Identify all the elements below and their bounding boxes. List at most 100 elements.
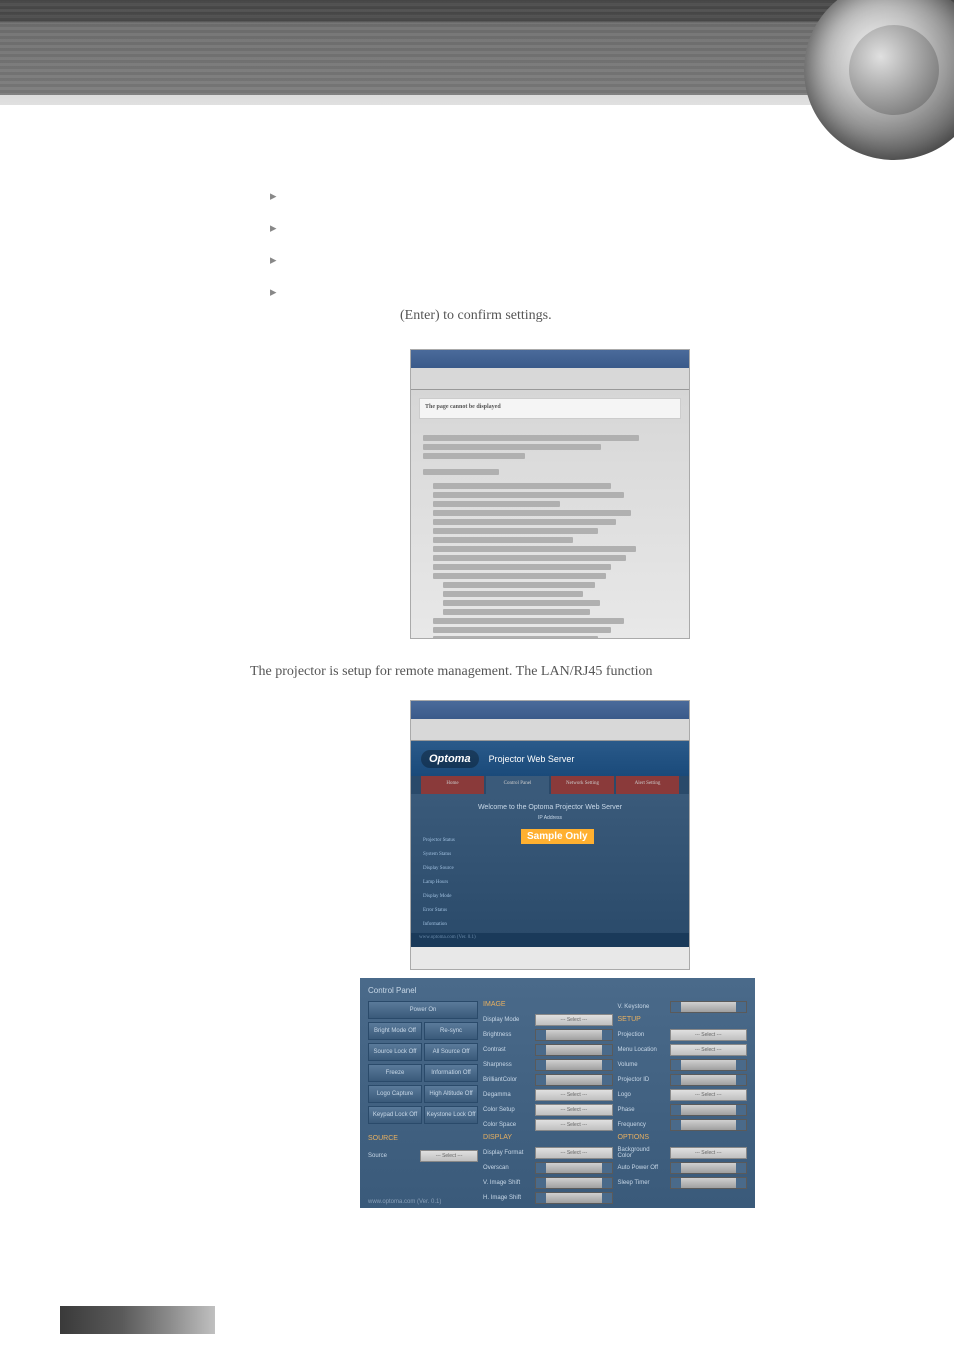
keystone-lock-button[interactable]: Keystone Lock Off — [424, 1106, 478, 1124]
brightness-slider[interactable] — [535, 1029, 612, 1041]
overscan-slider[interactable] — [535, 1162, 612, 1174]
tab-alert[interactable]: Alert Setting — [616, 776, 679, 794]
info-list: Projector Status System Status Display S… — [423, 834, 455, 932]
v-shift-slider[interactable] — [535, 1177, 612, 1189]
row-label: V. Image Shift — [483, 1180, 531, 1186]
frequency-slider[interactable] — [670, 1119, 747, 1131]
cp-left-column: Power On Bright Mode Off Re-sync Source … — [368, 1001, 478, 1186]
bg-color-select[interactable]: --- Select --- — [670, 1147, 747, 1159]
window-titlebar — [411, 701, 689, 719]
error-notice: The page cannot be displayed — [419, 398, 681, 419]
menu-location-select[interactable]: --- Select --- — [670, 1044, 747, 1056]
row-label: Display Mode — [483, 1017, 531, 1023]
volume-slider[interactable] — [670, 1059, 747, 1071]
h-shift-slider[interactable] — [535, 1192, 612, 1204]
info-row: Error Status — [423, 904, 455, 918]
web-header: Optoma Projector Web Server — [411, 741, 689, 776]
brilliantcolor-slider[interactable] — [535, 1074, 612, 1086]
info-button[interactable]: Information Off — [424, 1064, 478, 1082]
projector-id-slider[interactable] — [670, 1074, 747, 1086]
ip-text: IP Address — [421, 815, 679, 821]
sharpness-slider[interactable] — [535, 1059, 612, 1071]
header-title: Projector Web Server — [489, 754, 575, 764]
error-title: The page cannot be displayed — [425, 404, 675, 410]
cp-title: Control Panel — [368, 986, 747, 995]
browser-error-screenshot: The page cannot be displayed — [410, 349, 690, 639]
info-row: Information — [423, 918, 455, 932]
row-label: Volume — [618, 1062, 666, 1068]
keystone-slider[interactable] — [670, 1001, 747, 1013]
nav-tabs: Home Control Panel Network Setting Alert… — [411, 776, 689, 794]
confirm-text: (Enter) to confirm settings. — [400, 308, 914, 324]
info-row: Display Source — [423, 862, 455, 876]
page-footer-bar — [60, 1306, 215, 1334]
info-row: Projector Status — [423, 834, 455, 848]
auto-power-slider[interactable] — [670, 1162, 747, 1174]
bullet-list — [265, 180, 914, 308]
cp-middle-column: IMAGE Display Mode --- Select --- Bright… — [483, 1001, 612, 1186]
sample-badge: Sample Only — [521, 829, 594, 844]
source-label: Source — [368, 1153, 416, 1159]
row-label: Auto Power Off — [618, 1165, 666, 1171]
browser-toolbar — [411, 368, 689, 390]
tab-control[interactable]: Control Panel — [486, 776, 549, 794]
logo-capture-button[interactable]: Logo Capture — [368, 1085, 422, 1103]
display-section-header: DISPLAY — [483, 1134, 612, 1141]
row-label: Contrast — [483, 1047, 531, 1053]
color-space-select[interactable]: --- Select --- — [535, 1119, 612, 1131]
resync-button[interactable]: Re-sync — [424, 1022, 478, 1040]
options-section-header: OPTIONS — [618, 1134, 747, 1141]
projection-select[interactable]: --- Select --- — [670, 1029, 747, 1041]
source-select[interactable]: --- Select --- — [420, 1150, 478, 1162]
power-on-button[interactable]: Power On — [368, 1001, 478, 1019]
source-section-label: SOURCE — [368, 1135, 478, 1142]
image-section-header: IMAGE — [483, 1001, 612, 1008]
display-format-select[interactable]: --- Select --- — [535, 1147, 612, 1159]
high-altitude-button[interactable]: High Altitude Off — [424, 1085, 478, 1103]
color-setup-select[interactable]: --- Select --- — [535, 1104, 612, 1116]
keypad-lock-button[interactable]: Keypad Lock Off — [368, 1106, 422, 1124]
contrast-slider[interactable] — [535, 1044, 612, 1056]
optoma-logo: Optoma — [421, 750, 479, 768]
row-label: Logo — [618, 1092, 666, 1098]
freeze-button[interactable]: Freeze — [368, 1064, 422, 1082]
row-label: Brightness — [483, 1032, 531, 1038]
source-lock-button[interactable]: Source Lock Off — [368, 1043, 422, 1061]
welcome-text: Welcome to the Optoma Projector Web Serv… — [421, 804, 679, 811]
tab-network[interactable]: Network Setting — [551, 776, 614, 794]
bullet-item — [265, 276, 914, 308]
row-label: Background Color — [618, 1147, 666, 1159]
info-row: System Status — [423, 848, 455, 862]
row-label: Display Format — [483, 1150, 531, 1156]
phase-slider[interactable] — [670, 1104, 747, 1116]
cp-footer: www.optoma.com (Ver. 0.1) — [368, 1199, 441, 1205]
control-panel-screenshot: Control Panel Power On Bright Mode Off R… — [360, 978, 755, 1208]
row-label: Color Space — [483, 1122, 531, 1128]
row-label: Frequency — [618, 1122, 666, 1128]
degamma-select[interactable]: --- Select --- — [535, 1089, 612, 1101]
row-label: H. Image Shift — [483, 1195, 531, 1201]
tab-home[interactable]: Home — [421, 776, 484, 794]
bullet-item — [265, 244, 914, 276]
bright-mode-button[interactable]: Bright Mode Off — [368, 1022, 422, 1040]
display-mode-select[interactable]: --- Select --- — [535, 1014, 612, 1026]
browser-toolbar — [411, 719, 689, 741]
cp-columns: Power On Bright Mode Off Re-sync Source … — [368, 1001, 747, 1186]
setup-section-header: SETUP — [618, 1016, 747, 1023]
sleep-timer-slider[interactable] — [670, 1177, 747, 1189]
description-text: The projector is setup for remote manage… — [250, 664, 914, 680]
row-label: Degamma — [483, 1092, 531, 1098]
logo-select[interactable]: --- Select --- — [670, 1089, 747, 1101]
row-label: Sleep Timer — [618, 1180, 666, 1186]
row-label: Overscan — [483, 1165, 531, 1171]
row-label: Menu Location — [618, 1047, 666, 1053]
all-source-button[interactable]: All Source Off — [424, 1043, 478, 1061]
info-row: Lamp Hours — [423, 876, 455, 890]
info-row: Display Mode — [423, 890, 455, 904]
row-label: V. Keystone — [618, 1004, 666, 1010]
row-label: Projection — [618, 1032, 666, 1038]
bullet-item — [265, 180, 914, 212]
row-label: Projector ID — [618, 1077, 666, 1083]
bullet-item — [265, 212, 914, 244]
row-label: BrilliantColor — [483, 1077, 531, 1083]
